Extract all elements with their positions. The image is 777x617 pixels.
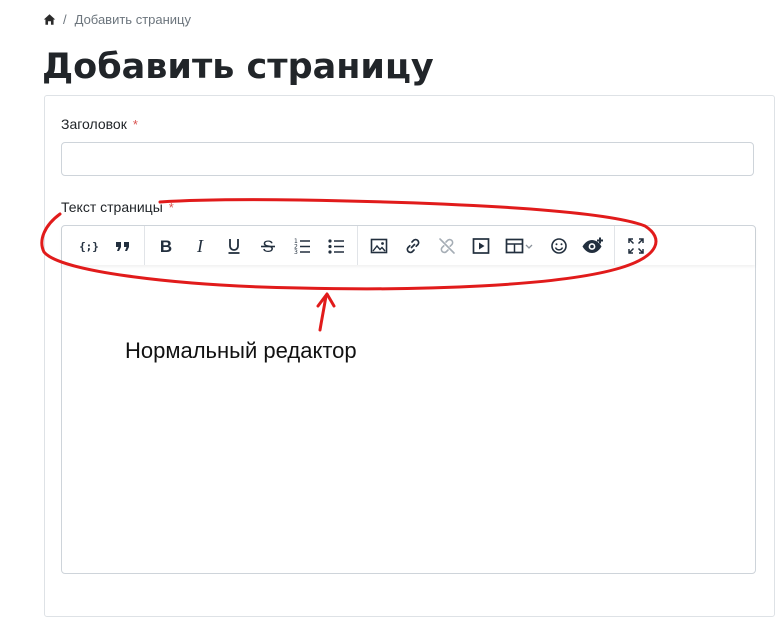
page-title: Добавить страницу [42,47,434,87]
media-icon[interactable] [464,231,498,261]
strikethrough-icon[interactable]: S [251,231,285,261]
breadcrumb: / Добавить страницу [43,12,191,27]
bold-icon[interactable]: B [149,231,183,261]
rich-text-editor[interactable]: {;} B I S 123 [61,225,756,574]
toolbar-group-view [614,226,657,265]
required-mark: * [132,117,138,132]
svg-text:3: 3 [294,249,298,256]
link-icon[interactable] [396,231,430,261]
emoticons-icon[interactable] [542,231,576,261]
italic-icon[interactable]: I [183,231,217,261]
home-icon[interactable] [43,13,56,26]
breadcrumb-separator: / [63,12,67,27]
preview-icon[interactable] [576,231,610,261]
toolbar-group-media [357,226,614,265]
toolbar-group-formatting: B I S 123 [144,226,357,265]
title-label-text: Заголовок [61,116,127,132]
numbered-list-icon[interactable]: 123 [285,231,319,261]
bulleted-list-icon[interactable] [319,231,353,261]
editor-toolbar: {;} B I S 123 [62,226,755,265]
code-sample-icon[interactable]: {;} [72,231,106,261]
svg-text:B: B [160,237,172,256]
svg-text:{;}: {;} [79,240,99,253]
toolbar-group-insert-code: {;} [68,226,144,265]
title-input[interactable] [61,142,754,176]
annotation-text: Нормальный редактор [125,338,357,363]
blockquote-icon[interactable] [106,231,140,261]
unlink-icon[interactable] [430,231,464,261]
body-field-label: Текст страницы * [61,199,174,215]
required-mark: * [168,200,174,215]
table-icon[interactable] [498,231,542,261]
image-icon[interactable] [362,231,396,261]
breadcrumb-current: Добавить страницу [74,12,191,27]
svg-text:I: I [196,236,204,256]
title-field-label: Заголовок * [61,116,138,132]
body-label-text: Текст страницы [61,199,163,215]
underline-icon[interactable] [217,231,251,261]
fullscreen-icon[interactable] [619,231,653,261]
